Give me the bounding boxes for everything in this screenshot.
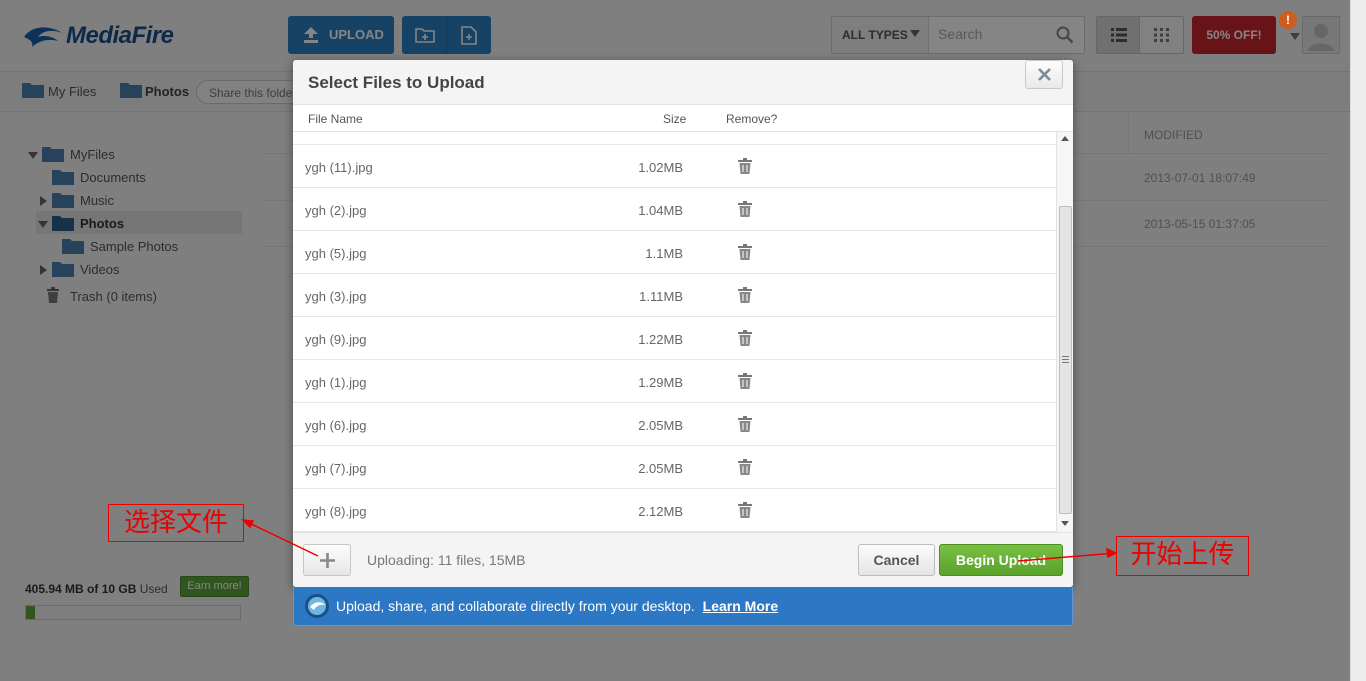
annotation-arrows (240, 519, 1118, 562)
notification-badge[interactable]: ! (1279, 11, 1297, 29)
annotation-start-upload: 开始上传 (1116, 536, 1249, 576)
arrowhead-icon (1106, 547, 1118, 559)
arrowhead-icon (240, 519, 255, 529)
start-upload-arrow (1017, 552, 1117, 562)
select-files-arrow (242, 519, 319, 557)
annotation-select-files: 选择文件 (108, 504, 244, 542)
